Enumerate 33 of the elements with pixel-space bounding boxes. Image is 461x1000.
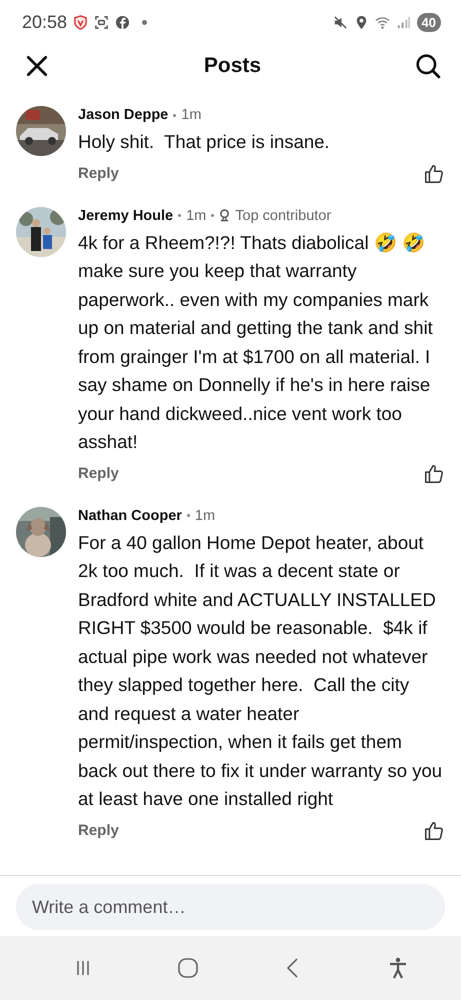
- notification-dot: [142, 20, 148, 24]
- battery-indicator: 40: [416, 12, 441, 32]
- dot-separator: [178, 214, 182, 217]
- mute-icon: [332, 14, 348, 30]
- like-button[interactable]: [423, 462, 445, 484]
- contributor-label: Top contributor: [235, 208, 332, 224]
- like-button[interactable]: [423, 820, 445, 842]
- screenshot-icon: [94, 14, 110, 30]
- shield-icon: [73, 14, 88, 30]
- facebook-icon: [115, 14, 130, 30]
- dot-separator: [173, 114, 176, 116]
- award-icon: [219, 209, 230, 222]
- comment-time: 1m: [186, 208, 206, 224]
- comment-time: 1m: [181, 107, 202, 123]
- signal-icon: [396, 14, 411, 30]
- reply-button[interactable]: Reply: [78, 465, 119, 482]
- like-button[interactable]: [423, 162, 445, 184]
- wifi-icon: [374, 14, 390, 30]
- page-title: Posts: [204, 54, 262, 78]
- comment-input[interactable]: Write a comment…: [16, 884, 445, 930]
- comment-time: 1m: [194, 508, 216, 524]
- dot-separator: [211, 214, 214, 217]
- author-name[interactable]: Jeremy Houle: [78, 208, 174, 224]
- home-button[interactable]: [176, 956, 200, 980]
- dot-separator: [186, 514, 190, 517]
- author-name[interactable]: Jason Deppe: [78, 107, 168, 123]
- comment-text: For a 40 gallon Home Depot heater, about 2k too much. If it was a decent state or Bradford white and ACTUALLY INSTALLED RIGHT $3500 would be reasonable. $4k if actual pipe work was needed not whatever they slapped together here. Call the city and request a water heater permit/inspection, when it fails get them back out there to fix it under warranty so you at least have one installed right: [78, 530, 444, 811]
- reply-button[interactable]: Reply: [78, 165, 119, 182]
- status-time: 20:58: [22, 12, 68, 32]
- comment-text: 4k for a Rheem?!?! Thats diabolical 🤣 🤣 make sure you keep that warranty paperwork.. even with my companies mark up on material and getting the tank and shit from grainger I'm at $1700 on all material. I say shame on Donnelly if he's in here raise your hand dickweed..nice vent work too asshat!: [78, 230, 434, 454]
- author-name[interactable]: Nathan Cooper: [78, 508, 182, 524]
- reply-button[interactable]: Reply: [78, 822, 119, 839]
- comment-text: Holy shit. That price is insane.: [78, 130, 331, 154]
